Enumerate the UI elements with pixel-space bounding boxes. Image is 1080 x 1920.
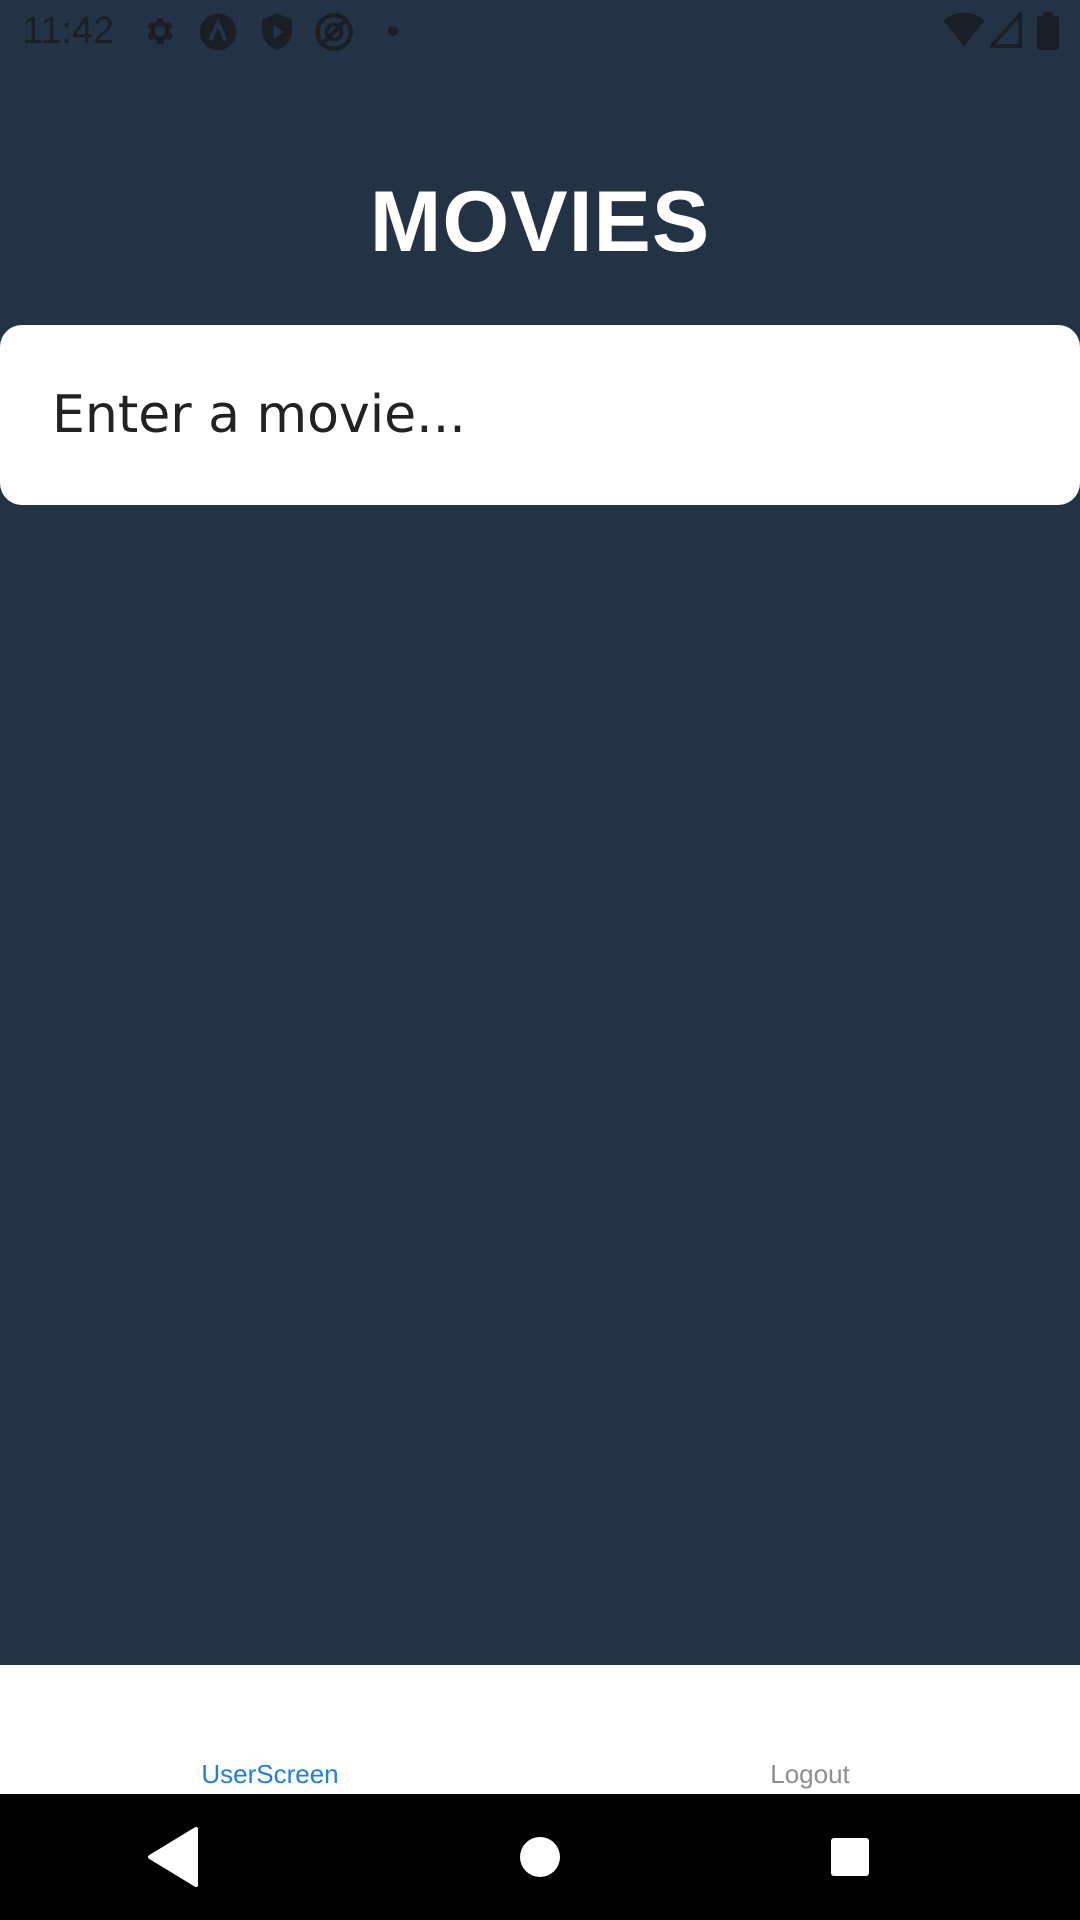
search-input[interactable] [52, 325, 1032, 505]
recents-button[interactable] [810, 1794, 970, 1920]
dot-icon [386, 24, 400, 43]
sync-blocked-icon [314, 12, 354, 57]
tab-logout[interactable]: Logout [540, 1665, 1080, 1794]
back-button[interactable] [146, 1794, 306, 1920]
status-bar: 11:42 [0, 0, 1080, 63]
battery-icon [1036, 12, 1060, 55]
app-screen: 11:42 MOVIES Enter a movie... UserScreen… [0, 0, 1080, 1920]
status-time: 11:42 [22, 10, 115, 52]
home-icon [520, 1837, 560, 1877]
vpn-a-icon [198, 12, 238, 57]
search-box[interactable] [0, 325, 1080, 505]
tab-userscreen[interactable]: UserScreen [0, 1665, 540, 1794]
home-button[interactable] [500, 1794, 660, 1920]
gear-icon [142, 12, 178, 55]
signal-icon [987, 8, 1023, 53]
recents-icon [831, 1838, 869, 1876]
back-icon [148, 1827, 198, 1887]
navigation-bar [0, 1794, 1080, 1920]
page-title: MOVIES [369, 174, 711, 270]
wifi-icon [942, 12, 986, 53]
bottom-tab-bar: UserScreen Logout [0, 1665, 1080, 1794]
tab-userscreen-label: UserScreen [201, 1759, 339, 1789]
tab-logout-label: Logout [770, 1759, 850, 1789]
shield-play-icon [260, 12, 294, 57]
